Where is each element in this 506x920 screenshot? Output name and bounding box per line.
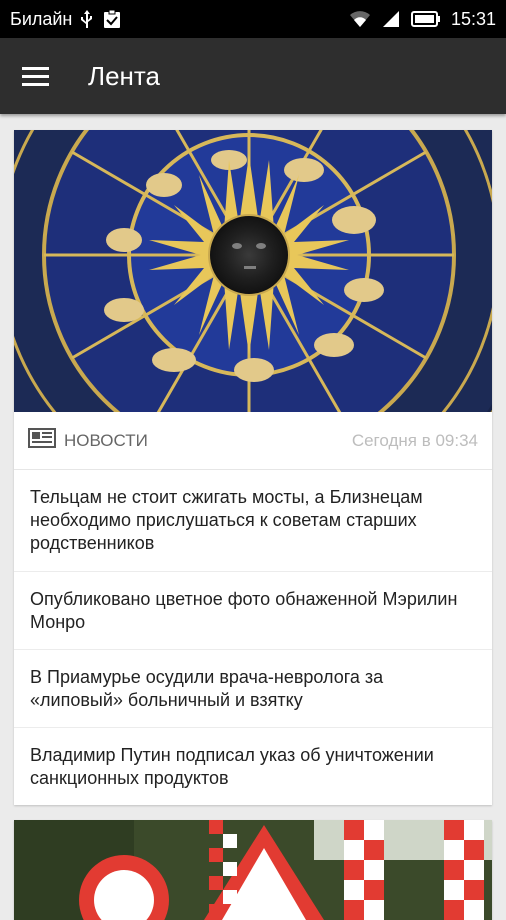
news-title: В Приамурье осудили врача-невролога за «… [30, 666, 384, 710]
status-bar: Билайн 15:31 [0, 0, 506, 38]
news-item[interactable]: В Приамурье осудили врача-невролога за «… [14, 650, 492, 728]
category-label: НОВОСТИ [64, 430, 148, 450]
clipboard-check-icon [102, 9, 122, 29]
clock: 15:31 [450, 8, 496, 29]
battery-icon [410, 10, 441, 28]
news-item[interactable]: Тельцам не стоит сжигать мосты, а Близне… [14, 470, 492, 572]
page-title: Лента [88, 60, 160, 91]
news-title: Тельцам не стоит сжигать мосты, а Близне… [30, 487, 423, 553]
next-news-card[interactable] [14, 820, 492, 920]
news-item[interactable]: Владимир Путин подписал указ об уничтоже… [14, 728, 492, 805]
timestamp: Сегодня в 09:34 [351, 430, 478, 450]
news-item[interactable]: Опубликовано цветное фото обнаженной Мэр… [14, 572, 492, 650]
carrier-name: Билайн [10, 8, 73, 29]
zodiac-clock-image[interactable] [14, 130, 492, 412]
news-meta: НОВОСТИ Сегодня в 09:34 [14, 412, 492, 470]
wifi-icon [349, 10, 371, 28]
news-title: Владимир Путин подписал указ об уничтоже… [30, 744, 434, 788]
usb-icon [80, 10, 94, 28]
news-card: НОВОСТИ Сегодня в 09:34 Тельцам не стоит… [14, 130, 492, 805]
news-title: Опубликовано цветное фото обнаженной Мэр… [30, 588, 458, 632]
road-signs-image[interactable] [14, 820, 492, 920]
app-bar: Лента [0, 38, 506, 114]
newspaper-icon [28, 428, 56, 453]
category: НОВОСТИ [28, 428, 148, 453]
signal-icon [381, 10, 401, 28]
hamburger-menu-icon[interactable] [22, 58, 58, 94]
